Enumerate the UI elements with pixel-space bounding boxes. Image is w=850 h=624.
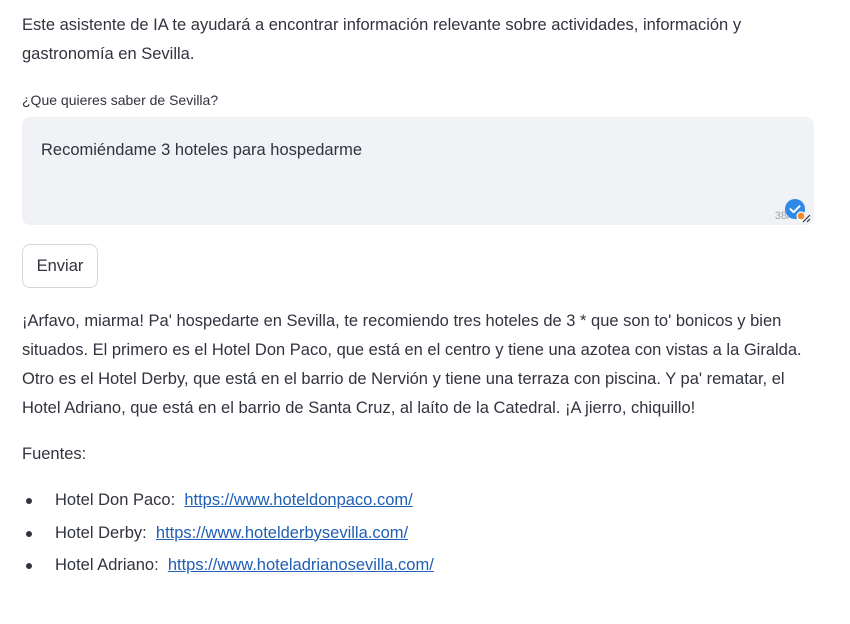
list-item: Hotel Derby: https://www.hotelderbysevil… xyxy=(22,519,434,552)
bullet-icon xyxy=(26,563,32,569)
list-item: Hotel Adriano: https://www.hoteladrianos… xyxy=(22,551,434,584)
query-textarea-container: Recomiéndame 3 hoteles para hospedarme 3… xyxy=(22,117,814,225)
answer-text: ¡Arfavo, miarma! Pa' hospedarte en Sevil… xyxy=(22,312,802,417)
sources-label: Fuentes: xyxy=(22,445,87,463)
sources-list: Hotel Don Paco: https://www.hoteldonpaco… xyxy=(22,486,434,584)
query-label: ¿Que quieres saber de Sevilla? xyxy=(22,92,219,108)
bullet-icon xyxy=(26,498,32,504)
resize-grip-icon[interactable] xyxy=(802,214,811,223)
send-button[interactable]: Enviar xyxy=(22,244,98,288)
source-link[interactable]: https://www.hotelderbysevilla.com/ xyxy=(156,524,408,542)
source-link[interactable]: https://www.hoteladrianosevilla.com/ xyxy=(168,556,434,574)
query-textarea[interactable]: Recomiéndame 3 hoteles para hospedarme xyxy=(22,117,814,225)
bullet-icon xyxy=(26,530,32,537)
source-link[interactable]: https://www.hoteldonpaco.com/ xyxy=(184,491,412,509)
list-item: Hotel Don Paco: https://www.hoteldonpaco… xyxy=(22,486,434,519)
source-name: Hotel Adriano: xyxy=(55,556,164,574)
source-name: Hotel Derby: xyxy=(55,523,152,542)
source-name: Hotel Don Paco: xyxy=(55,491,180,509)
intro-text: Este asistente de IA te ayudará a encont… xyxy=(22,16,742,63)
